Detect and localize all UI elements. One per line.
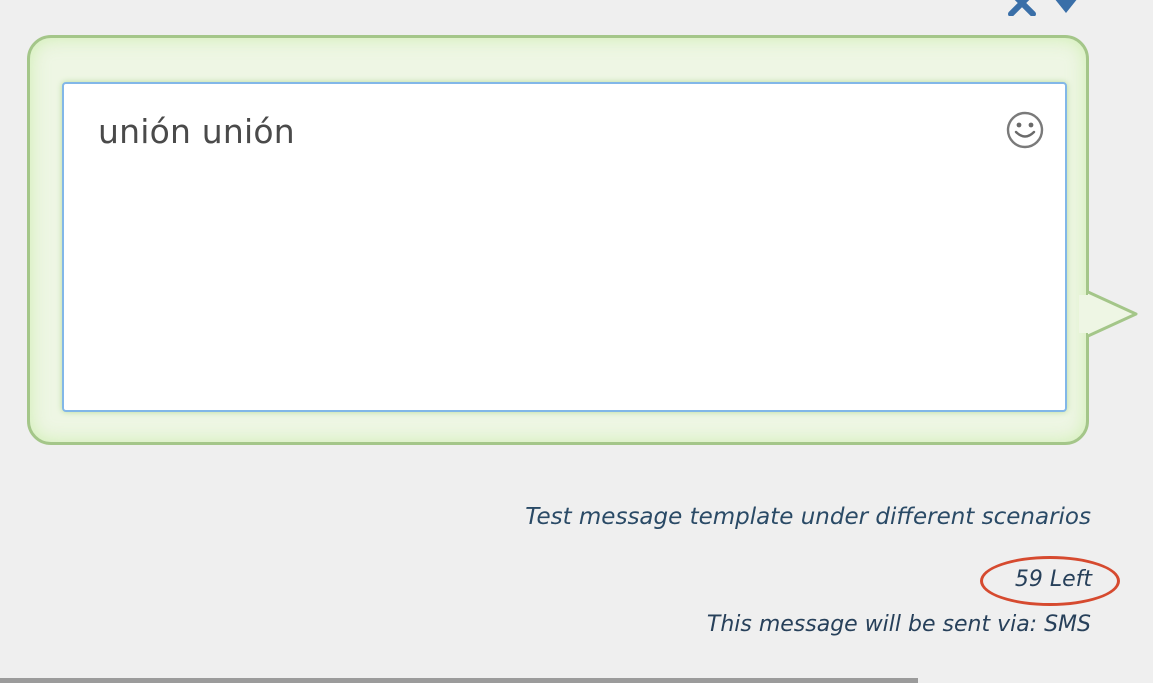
bubble-tail bbox=[1079, 290, 1138, 338]
smiley-icon[interactable] bbox=[1005, 110, 1045, 150]
highlight-circle bbox=[980, 556, 1120, 606]
bottom-divider bbox=[0, 678, 918, 683]
close-icon[interactable] bbox=[1002, 0, 1042, 16]
chevron-down-icon[interactable] bbox=[1046, 0, 1086, 16]
test-template-link[interactable]: Test message template under different sc… bbox=[525, 504, 1091, 530]
top-icons bbox=[1002, 0, 1122, 16]
send-channel-label: This message will be sent via: SMS bbox=[706, 612, 1091, 637]
message-input[interactable]: unión unión bbox=[62, 82, 1067, 412]
message-input-text[interactable]: unión unión bbox=[98, 112, 295, 151]
